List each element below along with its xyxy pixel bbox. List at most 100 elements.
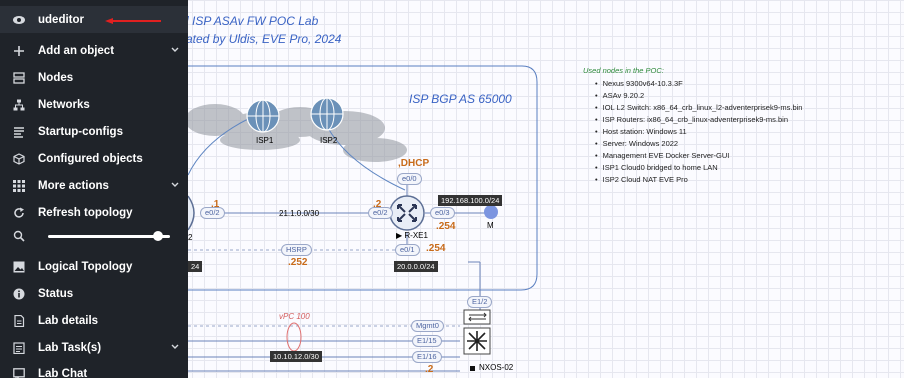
ip-254-b: .254	[426, 243, 446, 254]
subnet-21: 21.1.0.0/30	[279, 209, 320, 218]
sidebar-item-lab-chat[interactable]: Lab Chat	[0, 360, 188, 378]
sidebar-item-logical-topology[interactable]: Logical Topology	[0, 253, 188, 280]
iface-e1-2[interactable]: E1/2	[467, 296, 493, 308]
notes-item: ISP Routers: ix86_64_crb_linux-adventerp…	[595, 114, 802, 126]
left-router-icon	[187, 195, 195, 231]
notes-list: Nexus 9300v64-10.3.3F ASAv 9.20.2 IOL L2…	[595, 78, 803, 186]
cube-icon	[0, 152, 38, 165]
iface-e0-2[interactable]: e0/2	[368, 207, 393, 219]
sidebar-item-label: Refresh topology	[38, 206, 133, 219]
sidebar-item-startup-configs[interactable]: Startup-configs	[0, 118, 188, 145]
iface-mgmt0[interactable]: Mgmt0	[411, 320, 444, 332]
sidebar-item-user[interactable]: udeditor	[0, 6, 188, 33]
iface-e1-15[interactable]: E1/15	[412, 335, 442, 347]
lab-title-line1: l ISP ASAv FW POC Lab	[186, 14, 319, 28]
switch-icon	[463, 309, 491, 325]
sidebar-item-label: Startup-configs	[38, 125, 123, 138]
sidebar-item-label: Lab Chat	[38, 367, 88, 378]
host-m-label: M	[487, 221, 494, 230]
document-icon	[0, 314, 38, 327]
iface-e0-0[interactable]: e0/0	[397, 173, 422, 185]
vpc-ellipse	[286, 322, 302, 352]
sidebar-item-label: Add an object	[38, 44, 115, 57]
sidebar-item-status[interactable]: Status	[0, 280, 188, 307]
zoom-slider-thumb[interactable]	[152, 231, 163, 241]
ip-252: .252	[288, 257, 308, 268]
host-m-icon	[484, 205, 498, 219]
sidebar-item-configured-objects[interactable]: Configured objects	[0, 145, 188, 172]
sidebar-item-label: Logical Topology	[38, 260, 133, 273]
sidebar-item-label: Status	[38, 287, 74, 300]
notes-item: IOL L2 Switch: x86_64_crb_linux_l2-adven…	[595, 102, 803, 114]
sidebar-item-refresh[interactable]: Refresh topology	[0, 199, 188, 226]
isp1-label: ISP1	[256, 136, 274, 145]
network-icon	[0, 99, 38, 111]
subnet-20: 20.0.0.0/24	[394, 261, 438, 272]
chevron-down-icon	[171, 182, 179, 187]
sidebar-item-networks[interactable]: Networks	[0, 91, 188, 118]
notes-item: ISP2 Cloud NAT EVE Pro	[595, 174, 802, 186]
nexus-switch-icon	[463, 327, 491, 355]
router-icon	[389, 195, 425, 231]
smoke-cloud	[185, 104, 407, 162]
subnet-10: 10.10.12.0/30	[270, 351, 322, 362]
notes-item: ASAv 9.20.2	[595, 90, 802, 102]
iface-e0-3[interactable]: e0/3	[430, 207, 455, 219]
plus-icon	[0, 45, 38, 57]
r-xe1-label: ▶ R-XE1	[396, 231, 428, 240]
sidebar-item-label: Lab details	[38, 314, 99, 327]
sidebar-item-lab-details[interactable]: Lab details	[0, 307, 188, 334]
ip-254-a: .254	[436, 221, 456, 232]
sidebar-item-label: Nodes	[38, 71, 74, 84]
iface-e0-1[interactable]: e0/1	[395, 244, 420, 256]
iface-e0-2-left[interactable]: e0/2	[200, 207, 225, 219]
isp2-label: ISP2	[320, 136, 338, 145]
notes-title: Used nodes in the POC:	[583, 66, 664, 75]
notes-item: Server: Windows 2022	[595, 138, 802, 150]
ip-nxos: .2	[425, 364, 434, 375]
refresh-icon	[0, 207, 38, 219]
isp1-globe-icon	[246, 99, 280, 133]
sidebar-item-add-object[interactable]: Add an object	[0, 37, 188, 64]
iface-e1-16[interactable]: E1/16	[412, 351, 442, 363]
sidebar: udeditor Add an object Nodes Networks St…	[0, 0, 188, 378]
left-24-label: 24	[188, 261, 203, 272]
zoom-slider-track[interactable]	[48, 235, 170, 238]
eye-icon	[0, 13, 38, 27]
subnet-192: 192.168.100.0/24	[438, 195, 503, 206]
cloud-label: ISP BGP AS 65000	[409, 92, 512, 106]
dhcp-label: ,DHCP	[398, 158, 430, 169]
isp2-globe-icon	[310, 97, 344, 131]
lab-notes: Used nodes in the POC: Nexus 9300v64-10.…	[583, 66, 802, 186]
left-2-label: 2	[188, 233, 193, 242]
notes-item: Host station: Windows 11	[595, 126, 802, 138]
server-icon	[0, 71, 38, 84]
vpc-label: vPC 100	[279, 312, 310, 321]
sidebar-item-label: Lab Task(s)	[38, 341, 102, 354]
config-list-icon	[0, 126, 38, 138]
sidebar-item-nodes[interactable]: Nodes	[0, 64, 188, 91]
zoom-icon	[0, 230, 38, 242]
sidebar-item-label: Networks	[38, 98, 90, 111]
r-xe1-name: R-XE1	[404, 231, 428, 240]
notes-item: Nexus 9300v64-10.3.3F	[595, 78, 802, 90]
notes-item: Management EVE Docker Server-GUI	[595, 150, 802, 162]
sidebar-item-more-actions[interactable]: More actions	[0, 172, 188, 199]
hsrp-badge[interactable]: HSRP	[281, 244, 312, 256]
sidebar-item-lab-tasks[interactable]: Lab Task(s)	[0, 334, 188, 361]
sidebar-item-label: udeditor	[38, 13, 84, 26]
grid-icon	[0, 179, 38, 192]
chevron-down-icon	[171, 47, 179, 52]
nxos-status	[470, 366, 475, 371]
chevron-down-icon	[171, 344, 179, 349]
info-icon	[0, 288, 38, 300]
notes-item: ISP1 Cloud0 bridged to home LAN	[595, 162, 802, 174]
sidebar-item-label: Configured objects	[38, 152, 143, 165]
red-arrow-annotation	[105, 18, 161, 24]
image-icon	[0, 261, 38, 273]
chat-icon	[0, 367, 38, 378]
sidebar-item-label: More actions	[38, 179, 109, 192]
task-icon	[0, 341, 38, 354]
lab-title-line2: ated by Uldis, EVE Pro, 2024	[186, 32, 342, 46]
nxos-label: NXOS-02	[479, 363, 514, 372]
